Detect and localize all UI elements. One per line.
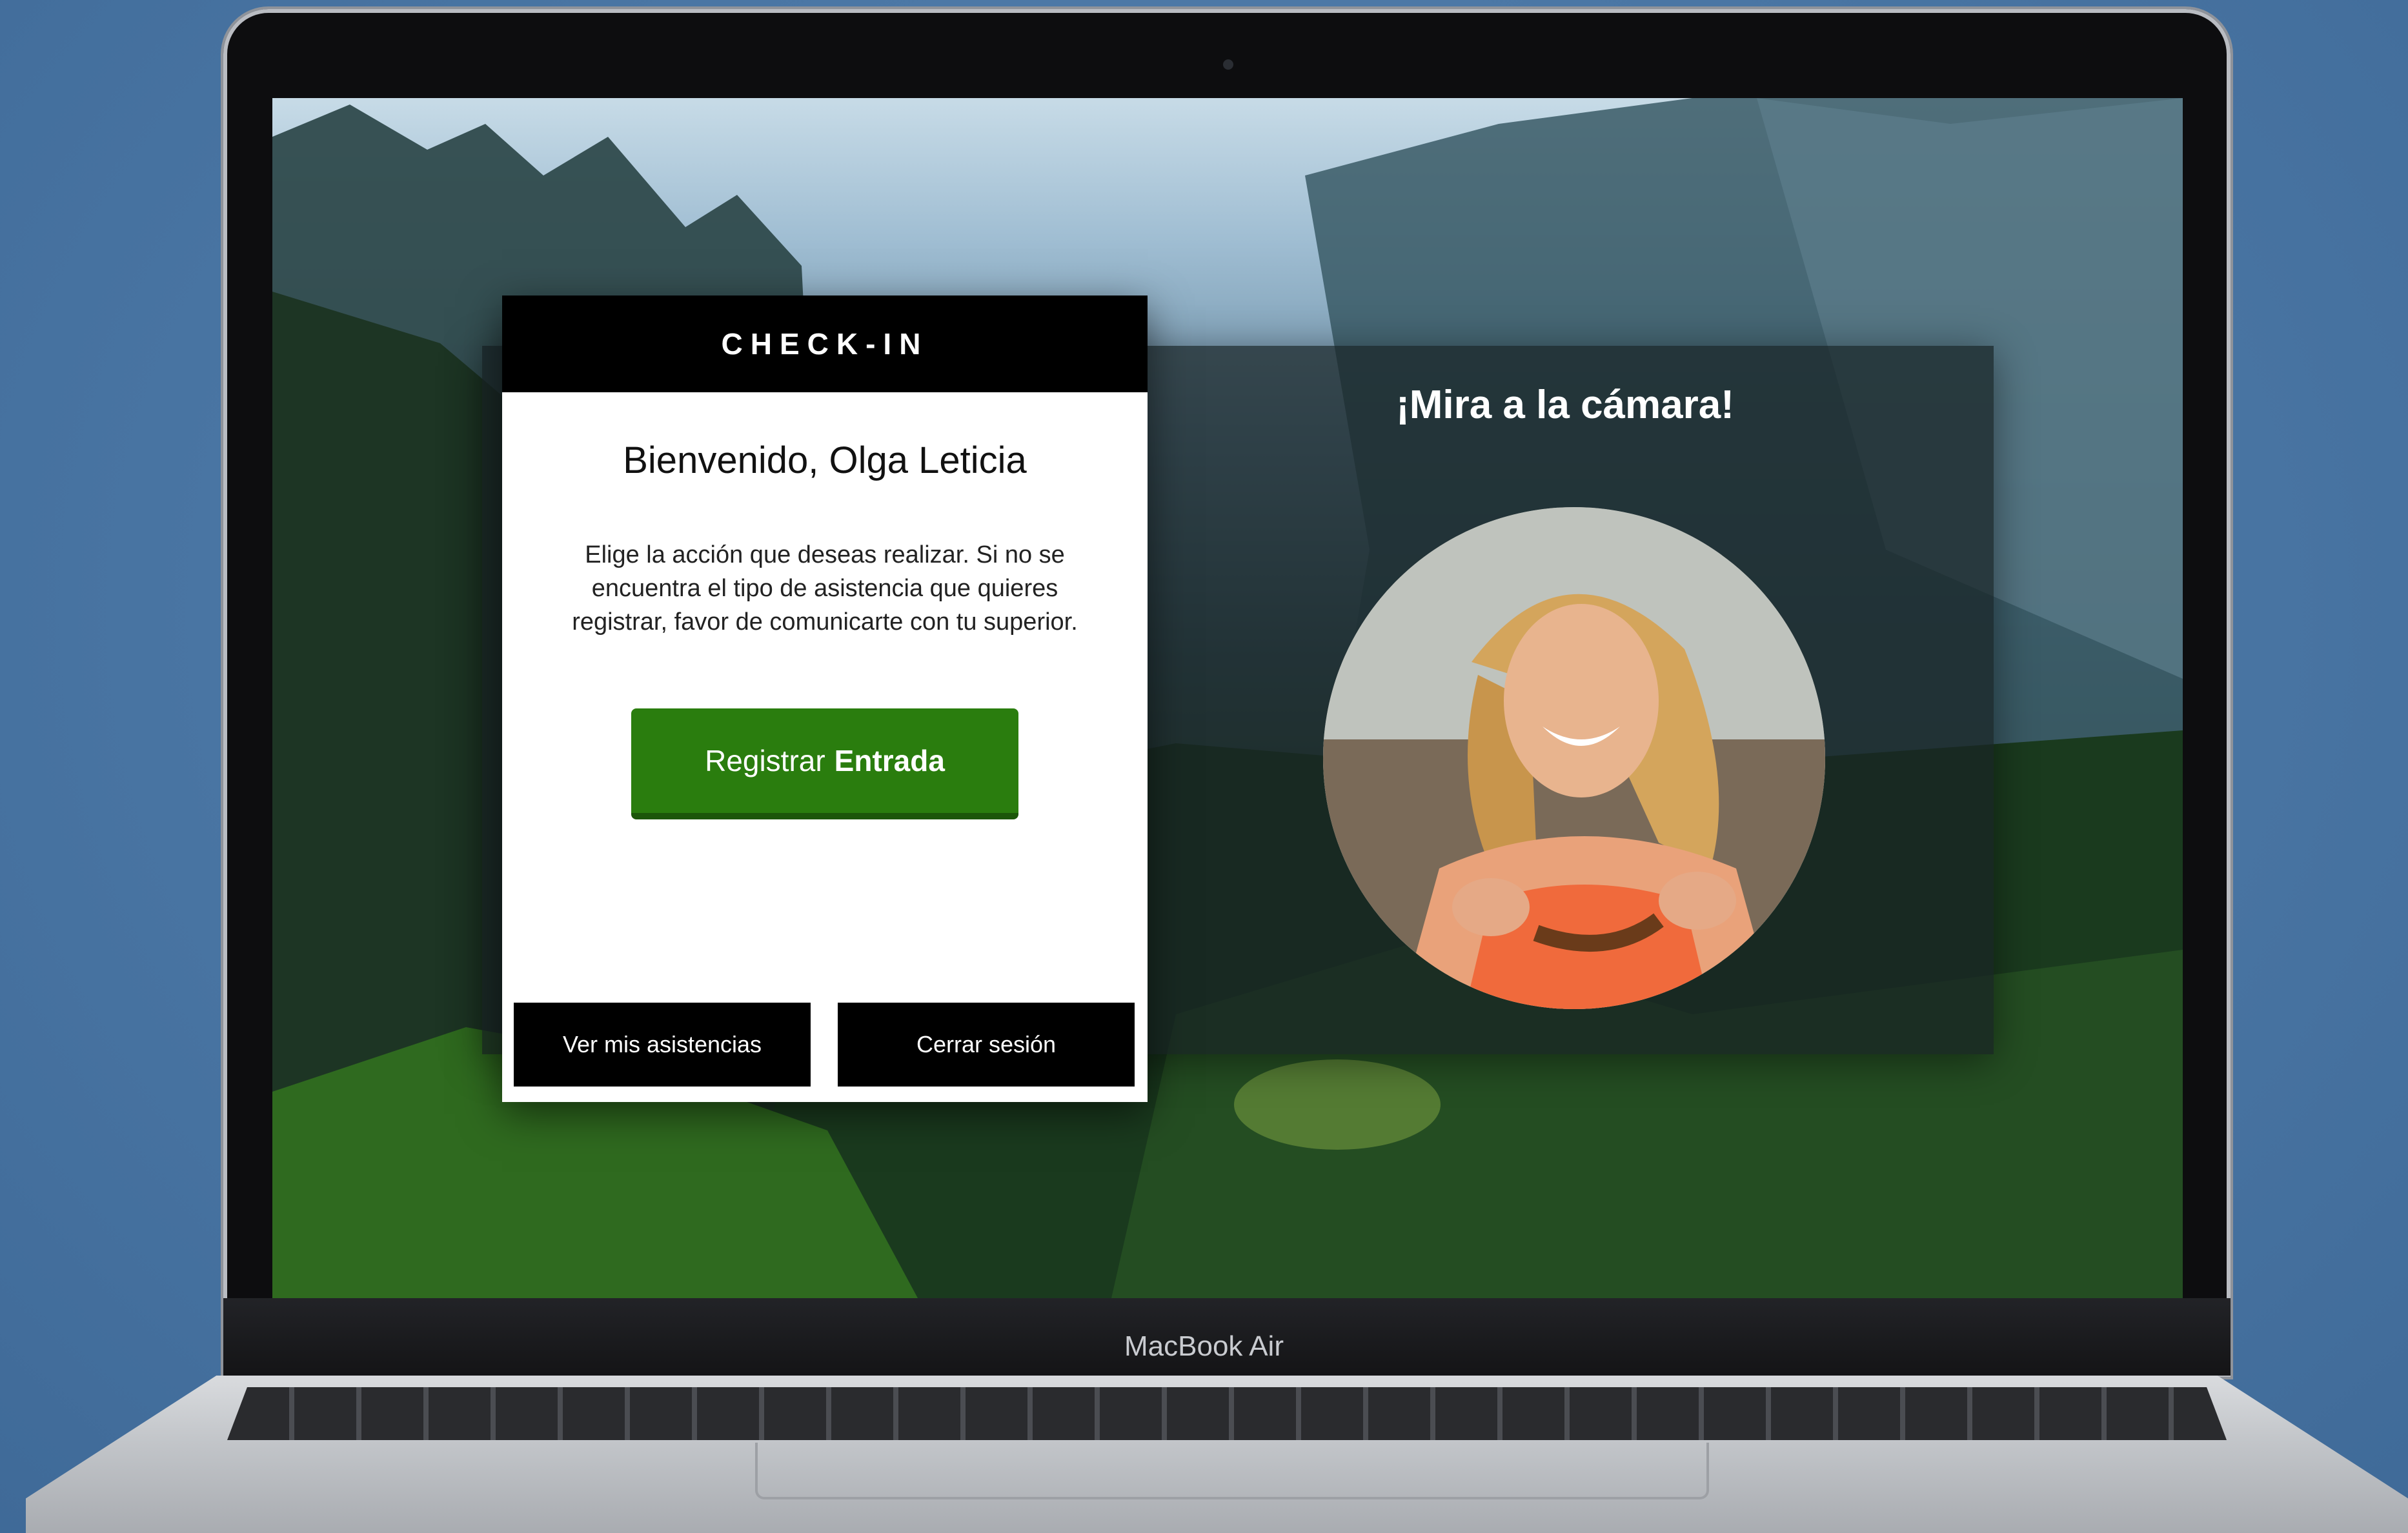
register-button-prefix: Registrar — [705, 744, 825, 777]
register-button-action: Entrada — [834, 744, 945, 777]
logout-button[interactable]: Cerrar sesión — [838, 1003, 1135, 1087]
welcome-heading: Bienvenido, Olga Leticia — [623, 439, 1027, 481]
instructions-text: Elige la acción que deseas realizar. Si … — [572, 541, 1078, 636]
register-entry-button[interactable]: Registrar Entrada — [631, 708, 1018, 819]
user-photo — [1323, 507, 1825, 1009]
view-attendance-button[interactable]: Ver mis asistencias — [514, 1003, 811, 1087]
trackpad — [755, 1443, 1709, 1499]
card-header: CHECK-IN — [502, 296, 1148, 392]
webcam-dot — [1223, 59, 1233, 70]
brand-label: MacBook Air — [1124, 1330, 1284, 1362]
keyboard — [227, 1387, 2227, 1440]
camera-title: ¡Mira a la cámara! — [1396, 383, 1734, 427]
face-illustration — [1323, 507, 1825, 1009]
checkin-card: CHECK-IN Bienvenido, Olga Leticia Elige … — [502, 296, 1148, 1102]
